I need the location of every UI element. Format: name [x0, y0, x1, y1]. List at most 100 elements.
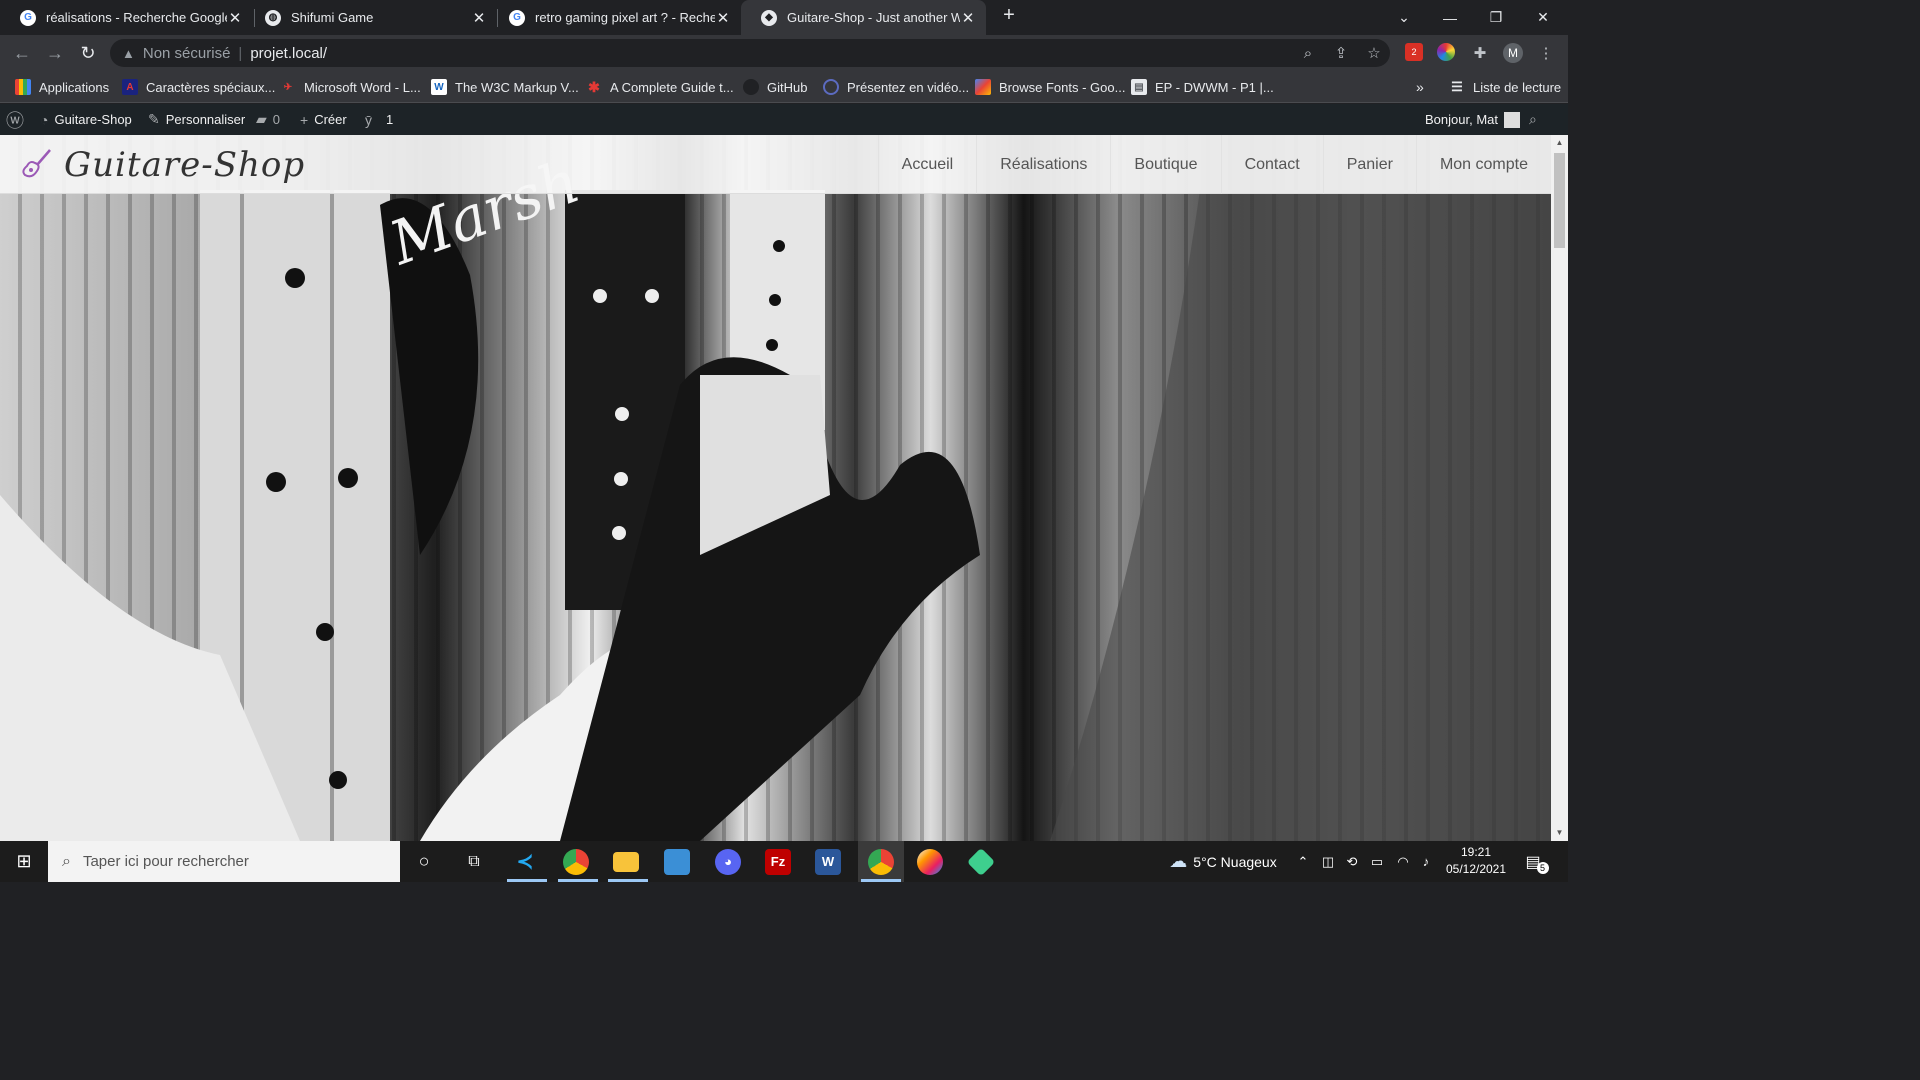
wp-new-content-link[interactable]: + Créer	[300, 104, 347, 135]
bookmark-applications[interactable]: Applications	[15, 77, 109, 97]
close-icon[interactable]: ✕	[471, 9, 487, 27]
wp-customize-link[interactable]: ✎ Personnaliser	[148, 104, 245, 135]
forward-arrow-icon[interactable]: →	[43, 41, 67, 65]
bookmark-browse-fonts[interactable]: Browse Fonts - Goo...	[975, 77, 1125, 97]
notifications-icon[interactable]: ▤ 5	[1522, 841, 1552, 882]
bookmark-github[interactable]: GitHub	[743, 77, 807, 97]
guitar-logo-icon[interactable]	[20, 147, 54, 181]
tab-shifumi-game[interactable]: ◍ Shifumi Game ✕	[245, 0, 497, 35]
address-bar[interactable]: ▲ Non sécurisé | projet.local/	[110, 39, 1390, 67]
minimize-icon[interactable]: —	[1427, 0, 1473, 35]
file-explorer-icon[interactable]	[606, 841, 646, 882]
paint-icon[interactable]	[910, 841, 950, 882]
wp-comments-count: 0	[272, 112, 281, 127]
windows-start-icon[interactable]: ⊞	[0, 841, 48, 882]
taskbar-search-input[interactable]: ⌕ Taper ici pour rechercher	[48, 841, 400, 882]
nav-boutique[interactable]: Boutique	[1110, 135, 1220, 194]
tab-search-chevron-icon[interactable]: ⌄	[1381, 0, 1427, 35]
word-icon: ✈	[283, 81, 293, 93]
menu-kebab-icon[interactable]: ⋮	[1536, 43, 1556, 63]
tab-retro-gaming-search[interactable]: G retro gaming pixel art ? - Recherche G…	[489, 0, 741, 35]
bookmark-presentez-video[interactable]: Présentez en vidéo...	[823, 77, 969, 97]
word-icon[interactable]: W	[808, 841, 848, 882]
bookmark-label: A Complete Guide t...	[610, 79, 734, 95]
running-indicator	[861, 879, 901, 882]
fonts-icon	[975, 79, 991, 95]
wp-account-menu[interactable]: Bonjour, Mat	[1425, 104, 1520, 135]
wp-site-name-link[interactable]: ◔ Guitare-Shop	[40, 104, 132, 135]
nav-realisations[interactable]: Réalisations	[976, 135, 1110, 194]
nav-contact[interactable]: Contact	[1220, 135, 1323, 194]
scroll-up-arrow-icon[interactable]: ▲	[1551, 135, 1568, 151]
back-arrow-icon[interactable]: ←	[10, 41, 34, 65]
wp-search-icon[interactable]: ⌕	[1529, 104, 1543, 135]
zoom-icon[interactable]: ⌕	[1298, 43, 1318, 63]
restore-icon[interactable]: ❐	[1473, 0, 1519, 35]
site-logo-text[interactable]: Guitare-Shop	[64, 145, 305, 185]
filezilla-icon[interactable]: Fz	[758, 841, 798, 882]
close-icon[interactable]: ✕	[960, 9, 976, 27]
page-scrollbar[interactable]: ▲ ▼	[1551, 135, 1568, 841]
meet-now-icon[interactable]: ◫	[1318, 841, 1338, 882]
profile-avatar[interactable]: M	[1503, 43, 1523, 63]
bookmarks-overflow-button[interactable]: »	[1416, 77, 1424, 97]
chrome-profile-icon[interactable]	[858, 841, 904, 882]
share-icon[interactable]: ⇪	[1331, 43, 1351, 63]
tab-guitare-shop[interactable]: ◆ Guitare-Shop - Just another WordPress …	[741, 0, 986, 35]
google-icon: G	[20, 9, 36, 26]
close-icon[interactable]: ✕	[715, 9, 731, 27]
taskbar-search-placeholder: Taper ici pour rechercher	[82, 853, 249, 870]
bookmark-complete-guide[interactable]: ✱ A Complete Guide t...	[586, 77, 734, 97]
reading-list-button[interactable]: ☰ Liste de lecture	[1449, 77, 1561, 97]
warning-triangle-icon[interactable]: ▲	[122, 46, 135, 61]
cortana-circle-icon[interactable]: ○	[404, 841, 444, 882]
bookmark-label: Microsoft Word - L...	[304, 79, 421, 95]
bookmark-caracteres-speciaux[interactable]: A Caractères spéciaux...	[122, 77, 275, 97]
tab-realisations-search[interactable]: G réalisations - Recherche Google ✕	[0, 0, 253, 35]
reload-icon[interactable]: ↻	[76, 41, 100, 65]
app-green-icon[interactable]	[961, 841, 1001, 882]
extension-badge-icon[interactable]: 2	[1405, 43, 1423, 61]
weather-widget[interactable]: ☁ 5°C Nuageux	[1158, 841, 1288, 882]
wifi-icon[interactable]: ◠	[1392, 841, 1414, 882]
photos-icon[interactable]	[657, 841, 697, 882]
bookmark-star-icon[interactable]: ☆	[1364, 43, 1384, 63]
url-text[interactable]: projet.local/	[250, 45, 327, 62]
wp-comments-link[interactable]: ▰ 0	[256, 104, 280, 135]
scroll-down-arrow-icon[interactable]: ▼	[1551, 825, 1568, 841]
doc-icon: ▤	[1131, 79, 1147, 95]
bookmark-label: Caractères spéciaux...	[146, 79, 276, 95]
yoast-icon: ȳ	[365, 111, 372, 128]
nav-accueil[interactable]: Accueil	[877, 135, 977, 194]
wordpress-logo-icon[interactable]: ⓦ	[6, 104, 30, 135]
new-tab-button[interactable]: +	[997, 4, 1021, 30]
vscode-icon[interactable]: ≺	[505, 841, 545, 882]
nav-mon-compte[interactable]: Mon compte	[1415, 135, 1551, 194]
bookmark-label: GitHub	[767, 79, 808, 95]
window-close-icon[interactable]: ✕	[1520, 0, 1566, 35]
bookmark-ep-dwwm[interactable]: ▤ EP - DWWM - P1 |...	[1131, 77, 1274, 97]
system-clock[interactable]: 19:21 05/12/2021	[1432, 844, 1520, 878]
color-picker-extension-icon[interactable]	[1437, 43, 1455, 61]
nav-panier[interactable]: Panier	[1322, 135, 1416, 194]
user-avatar	[1504, 111, 1520, 128]
security-status[interactable]: Non sécurisé	[143, 45, 231, 62]
bookmark-w3c-markup[interactable]: W The W3C Markup V...	[431, 77, 579, 97]
chrome-icon[interactable]	[556, 841, 596, 882]
carpet-floor	[1050, 190, 1551, 841]
close-icon[interactable]: ✕	[227, 9, 243, 27]
wp-yoast-link[interactable]: ȳ 1	[365, 104, 393, 135]
clock-time: 19:21	[1460, 845, 1492, 859]
battery-icon[interactable]: ▭	[1366, 841, 1388, 882]
extensions-puzzle-icon[interactable]: ✚	[1470, 43, 1490, 63]
scrollbar-thumb[interactable]	[1554, 153, 1565, 248]
onedrive-sync-icon[interactable]: ⟲	[1342, 841, 1362, 882]
tray-chevron-up-icon[interactable]: ⌃	[1294, 841, 1312, 882]
task-view-icon[interactable]: ⧉	[454, 841, 494, 882]
github-icon	[743, 79, 759, 95]
clock-date: 05/12/2021	[1445, 862, 1507, 876]
bookmark-label: Applications	[39, 79, 110, 95]
w3c-icon: W	[431, 79, 447, 95]
bookmark-microsoft-word[interactable]: ✈ Microsoft Word - L...	[280, 77, 421, 97]
discord-icon[interactable]: ◕	[708, 841, 748, 882]
